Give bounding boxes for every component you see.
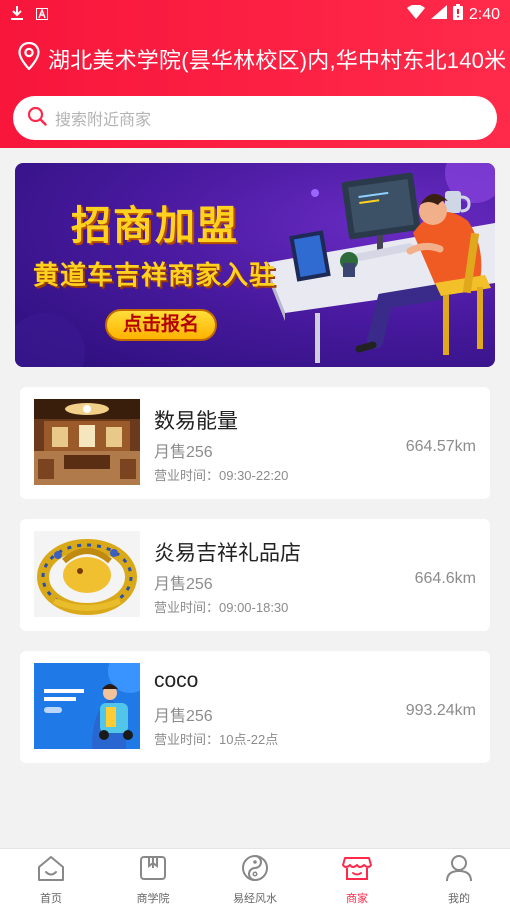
merchant-distance: 664.6km	[414, 570, 476, 587]
merchant-sales: 月售256	[154, 576, 213, 593]
home-icon	[36, 854, 66, 887]
store-icon	[342, 854, 372, 887]
merchant-name: 炎易吉祥礼品店	[154, 542, 301, 565]
location-pin-icon	[18, 41, 40, 75]
golden-dragon-photo	[34, 531, 140, 617]
merchant-card[interactable]: 数易能量 月售256 664.57km 营业时间：09:30-22:20	[20, 387, 490, 499]
merchant-name: coco	[154, 669, 199, 692]
app-notification-icon	[36, 7, 48, 25]
book-icon	[138, 854, 168, 887]
yin-yang-icon	[240, 854, 270, 887]
banner-subtitle: 黄道车吉祥商家入驻	[33, 260, 277, 290]
tab-label: 易经风水	[233, 893, 277, 905]
merchant-distance: 993.24km	[405, 702, 476, 719]
merchant-hours: 营业时间：09:30-22:20	[154, 468, 289, 483]
promo-poster-image	[34, 663, 140, 749]
merchant-card[interactable]: coco 月售256 993.24km 营业时间：10点-22点	[20, 651, 490, 763]
banner-title: 招商加盟	[71, 204, 239, 248]
search-input[interactable]: 搜索附近商家	[55, 106, 151, 130]
merchant-card[interactable]: 炎易吉祥礼品店 月售256 664.6km 营业时间：09:00-18:30	[20, 519, 490, 631]
status-bar: 2:40	[0, 0, 510, 28]
status-time: 2:40	[468, 5, 500, 23]
search-icon	[27, 106, 47, 131]
wifi-icon	[406, 4, 425, 24]
tab-label: 我的	[448, 893, 470, 905]
tab-merchants[interactable]: 商家	[306, 849, 408, 906]
merchant-sales: 月售256	[154, 708, 213, 725]
merchant-distance: 664.57km	[405, 438, 476, 455]
download-icon	[10, 5, 24, 26]
tab-fengshui[interactable]: 易经风水	[204, 849, 306, 906]
merchant-hours: 营业时间：09:00-18:30	[154, 600, 289, 615]
merchant-hours: 营业时间：10点-22点	[154, 732, 279, 747]
merchant-sales: 月售256	[154, 444, 213, 461]
tab-profile[interactable]: 我的	[408, 849, 510, 906]
battery-icon	[452, 4, 463, 25]
tea-room-photo	[34, 399, 140, 485]
tab-label: 商家	[346, 893, 368, 905]
location-bar[interactable]: 湖北美术学院(昙华林校区)内,华中村东北140米	[18, 41, 507, 75]
signal-icon	[430, 5, 447, 24]
tab-academy[interactable]: 商学院	[102, 849, 204, 906]
promo-banner[interactable]: 招商加盟 黄道车吉祥商家入驻 点击报名	[15, 163, 495, 367]
tab-home[interactable]: 首页	[0, 849, 102, 906]
tab-label: 首页	[40, 893, 62, 905]
location-text: 湖北美术学院(昙华林校区)内,华中村东北140米	[48, 47, 507, 73]
merchant-name: 数易能量	[154, 410, 238, 433]
search-bar[interactable]: 搜索附近商家	[13, 96, 497, 140]
bottom-tab-bar: 首页 商学院 易经风水 商家 我的	[0, 848, 510, 906]
user-icon	[444, 854, 474, 887]
header: 2:40 湖北美术学院(昙华林校区)内,华中村东北140米 搜索附近商家	[0, 0, 510, 148]
tab-label: 商学院	[136, 893, 170, 905]
signup-button[interactable]: 点击报名	[105, 309, 217, 341]
